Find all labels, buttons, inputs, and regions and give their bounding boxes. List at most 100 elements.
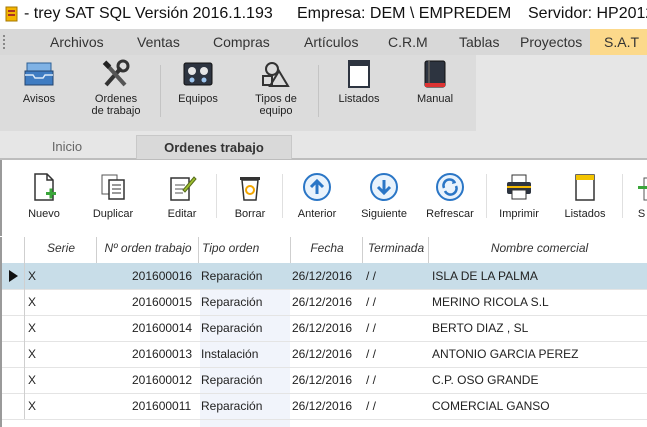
header-divider bbox=[96, 237, 97, 263]
header-nombre[interactable]: Nombre comercial bbox=[430, 241, 647, 255]
cell-fecha: 26/12/2016 bbox=[292, 321, 353, 335]
toolbar-separator bbox=[486, 174, 487, 218]
cell-serie: X bbox=[28, 399, 37, 413]
header-terminada[interactable]: Terminada bbox=[364, 241, 428, 255]
nuevo-button[interactable]: Nuevo bbox=[24, 172, 64, 220]
header-serie[interactable]: Serie bbox=[26, 241, 96, 255]
tab-ordenes-trabajo[interactable]: Ordenes trabajo bbox=[136, 135, 292, 159]
orders-grid: Serie Nº orden trabajo Tipo orden Fecha … bbox=[0, 237, 647, 427]
refresh-icon bbox=[436, 173, 464, 201]
listados-ribbon-button[interactable]: Listados bbox=[336, 59, 382, 105]
anterior-button[interactable]: Anterior bbox=[294, 172, 340, 220]
ordenes-trabajo-button[interactable]: Ordenes de trabajo bbox=[86, 59, 146, 117]
cell-tipo: Reparación bbox=[201, 399, 263, 413]
ribbon-separator bbox=[160, 65, 161, 117]
cell-terminada: / / bbox=[366, 295, 377, 309]
header-divider bbox=[198, 237, 199, 263]
table-row[interactable]: X 201600012 Reparación 26/12/2016 / / C.… bbox=[2, 367, 647, 394]
cell-tipo: Instalación bbox=[201, 347, 259, 361]
siguiente-button[interactable]: Siguiente bbox=[356, 172, 412, 220]
tab-inicio[interactable]: Inicio bbox=[32, 135, 102, 158]
cell-numero: 201600011 bbox=[132, 399, 192, 413]
equipos-button[interactable]: Equipos bbox=[174, 59, 222, 105]
refrescar-label: Refrescar bbox=[426, 208, 474, 220]
manual-button[interactable]: Manual bbox=[414, 59, 456, 105]
menu-ventas[interactable]: Ventas bbox=[137, 34, 180, 50]
equipos-label: Equipos bbox=[178, 93, 218, 105]
toolbar-separator bbox=[282, 174, 283, 218]
menu-proyectos[interactable]: Proyectos bbox=[520, 34, 582, 50]
cell-terminada: / / bbox=[366, 269, 377, 283]
tipos-label-2: equipo bbox=[259, 105, 293, 117]
cell-terminada: / / bbox=[366, 373, 377, 387]
grid-header: Serie Nº orden trabajo Tipo orden Fecha … bbox=[2, 237, 647, 264]
cut-off-label: S bbox=[637, 208, 646, 220]
cell-tipo: Reparación bbox=[201, 321, 263, 335]
menu-tablas[interactable]: Tablas bbox=[459, 34, 499, 50]
cell-serie: X bbox=[28, 295, 37, 309]
ordenes-label-2: de trabajo bbox=[91, 105, 141, 117]
ribbon-panel bbox=[0, 55, 476, 131]
borrar-button[interactable]: Borrar bbox=[230, 172, 270, 220]
row-indicator bbox=[2, 315, 25, 341]
ordenes-label-1: Ordenes bbox=[94, 93, 138, 105]
duplicate-icon bbox=[101, 174, 125, 200]
tipos-label-1: Tipos de bbox=[255, 93, 297, 105]
cell-fecha: 26/12/2016 bbox=[292, 295, 353, 309]
menu-sat[interactable]: S.A.T bbox=[590, 29, 647, 55]
listados-button[interactable]: Listados bbox=[562, 172, 608, 220]
empresa-label: Empresa: DEM \ EMPREDEM bbox=[297, 5, 512, 22]
row-indicator bbox=[2, 367, 25, 393]
trash-icon bbox=[240, 177, 260, 201]
header-numero[interactable]: Nº orden trabajo bbox=[98, 241, 198, 255]
edit-icon bbox=[170, 176, 197, 201]
document-icon bbox=[348, 60, 370, 88]
cell-fecha: 26/12/2016 bbox=[292, 399, 353, 413]
cell-nombre: C.P. OSO GRANDE bbox=[432, 373, 539, 387]
cell-terminada: / / bbox=[366, 347, 377, 361]
cell-serie: X bbox=[28, 347, 37, 361]
window-title: - trey SAT SQL Versión 2016.1.193 bbox=[24, 5, 273, 22]
cell-numero: 201600013 bbox=[132, 347, 193, 361]
cell-numero: 201600012 bbox=[132, 373, 193, 387]
cell-nombre: COMERCIAL GANSO bbox=[432, 399, 550, 413]
table-row[interactable]: X 201600013 Instalación 26/12/2016 / / A… bbox=[2, 341, 647, 368]
imprimir-button[interactable]: Imprimir bbox=[496, 172, 542, 220]
partial-icon bbox=[638, 177, 647, 201]
table-row[interactable]: X 201600014 Reparación 26/12/2016 / / BE… bbox=[2, 315, 647, 342]
menu-crm[interactable]: C.R.M bbox=[388, 34, 428, 50]
cell-serie: X bbox=[28, 373, 37, 387]
listados-label: Listados bbox=[564, 208, 606, 220]
printer-icon bbox=[507, 174, 531, 200]
header-fecha[interactable]: Fecha bbox=[292, 241, 362, 255]
current-row-pointer-icon bbox=[9, 270, 18, 282]
book-icon bbox=[424, 60, 446, 88]
refrescar-button[interactable]: Refrescar bbox=[424, 172, 476, 220]
listados-ribbon-label: Listados bbox=[338, 93, 380, 105]
editar-button[interactable]: Editar bbox=[162, 172, 202, 220]
editar-label: Editar bbox=[167, 208, 197, 220]
row-indicator bbox=[2, 289, 25, 315]
table-row[interactable]: X 201600016 Reparación 26/12/2016 / / IS… bbox=[2, 263, 647, 290]
table-row[interactable]: X 201600011 Reparación 26/12/2016 / / CO… bbox=[2, 393, 647, 420]
menu-compras[interactable]: Compras bbox=[213, 34, 270, 50]
tipos-equipo-button[interactable]: Tipos de equipo bbox=[250, 59, 302, 117]
duplicar-button[interactable]: Duplicar bbox=[88, 172, 138, 220]
menu-archivos[interactable]: Archivos bbox=[50, 34, 104, 50]
document-tabs: Inicio Ordenes trabajo bbox=[0, 131, 647, 160]
ribbon: Avisos Ordenes de trabajo Equipos Tipos … bbox=[0, 55, 647, 131]
cell-nombre: ISLA DE LA PALMA bbox=[432, 269, 538, 283]
nuevo-label: Nuevo bbox=[28, 208, 60, 220]
imprimir-label: Imprimir bbox=[499, 208, 539, 220]
cut-off-button[interactable]: S bbox=[634, 172, 647, 220]
header-divider bbox=[290, 237, 291, 263]
table-row[interactable]: X 201600015 Reparación 26/12/2016 / / ME… bbox=[2, 289, 647, 316]
header-tipo[interactable]: Tipo orden bbox=[200, 241, 292, 255]
shapes-icon bbox=[262, 62, 290, 87]
menu-articulos[interactable]: Artículos bbox=[304, 34, 358, 50]
menu-bar: Archivos Ventas Compras Artículos C.R.M … bbox=[0, 29, 647, 55]
cell-tipo: Reparación bbox=[201, 295, 263, 309]
row-indicator bbox=[2, 393, 25, 419]
avisos-button[interactable]: Avisos bbox=[16, 59, 62, 105]
borrar-label: Borrar bbox=[234, 208, 266, 220]
